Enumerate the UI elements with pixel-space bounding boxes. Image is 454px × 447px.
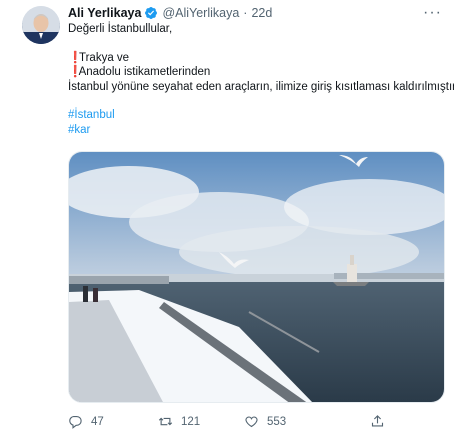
share-button[interactable] [370,414,385,429]
reply-icon [69,415,82,429]
tweet-photo[interactable] [68,151,445,403]
reply-button[interactable]: 47 [68,414,104,429]
greeting-line: Değerli İstanbullular, [68,23,173,35]
retweet-icon [158,417,173,426]
exclamation-icon: ❗ [68,51,83,64]
avatar[interactable] [22,6,60,44]
reply-count: 47 [91,415,104,428]
statement-line: İstanbul yönüne seyahat eden araçların, … [68,80,454,93]
more-icon[interactable]: ··· [423,4,442,22]
hashtag-istanbul[interactable]: #İstanbul [68,109,115,121]
hashtag-kar[interactable]: #kar [68,124,90,136]
separator: · [243,6,248,20]
list-item: ❗ Trakya ve [68,51,444,66]
like-button[interactable]: 553 [244,414,286,429]
heart-icon [245,416,258,428]
timestamp[interactable]: 22d [251,6,272,20]
tweet[interactable]: Ali Yerlikaya @AliYerlikaya · 22d ··· De… [0,0,454,447]
retweet-count: 121 [181,415,201,428]
tweet-text: Değerli İstanbullular, ❗ Trakya ve ❗ Ana… [68,22,454,137]
author-name[interactable]: Ali Yerlikaya [68,6,141,20]
verified-badge-icon [145,7,158,19]
share-icon [371,415,384,427]
author-handle[interactable]: @AliYerlikaya [162,6,239,20]
retweet-button[interactable]: 121 [158,414,200,429]
tweet-actions: 47 121 553 [68,414,444,432]
list-item: ❗ Anadolu istikametlerinden [68,65,444,80]
list-item-text: Trakya ve [79,51,130,64]
exclamation-icon: ❗ [68,66,83,78]
tweet-header: Ali Yerlikaya @AliYerlikaya · 22d [68,5,272,21]
list-item-text: Anadolu istikametlerinden [78,66,211,78]
like-count: 553 [267,415,287,428]
